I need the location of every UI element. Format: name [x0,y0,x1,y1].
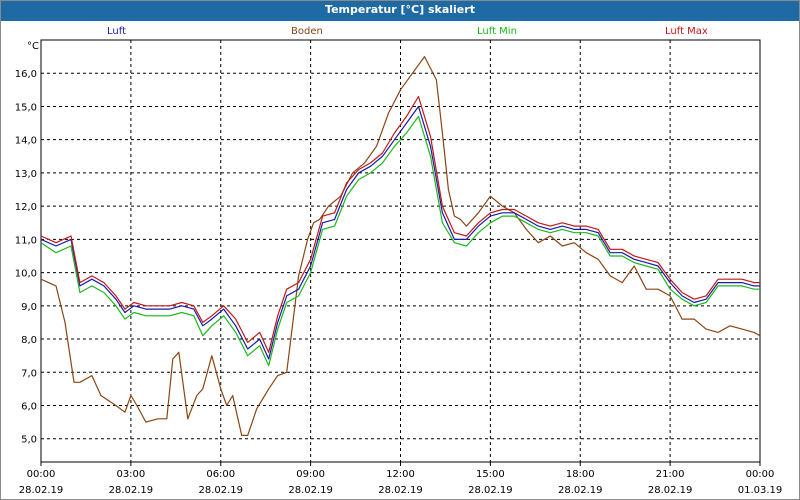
x-tick-date-label: 28.02.19 [378,485,423,496]
x-tick-time-label: 09:00 [296,469,325,480]
chart-title: Temperatur [°C] skaliert [1,1,799,21]
y-tick-label: 10,0 [15,269,37,280]
x-tick-time-label: 18:00 [566,469,595,480]
x-tick-time-label: 03:00 [116,469,145,480]
x-tick-date-label: 28.02.19 [558,485,603,496]
y-tick-label: 13,0 [15,169,37,180]
x-tick-time-label: 12:00 [386,469,415,480]
y-tick-label: 14,0 [15,136,37,147]
chart-window: Temperatur [°C] skaliert Luft Boden Luft… [0,0,800,500]
series-line-luft-max [40,95,760,353]
y-tick-label: 11,0 [15,235,37,246]
y-tick-label: 8,0 [21,335,37,346]
line-chart: °C 5,0 6,0 7,0 8,0 9,0 10,0 11,0 12,0 13,0 14,0 15… [15,39,783,496]
x-tick-date-label: 28.02.19 [648,485,693,496]
y-tick-label: 12,0 [15,202,37,213]
x-tick-date-label: 28.02.19 [288,485,333,496]
y-tick-label: 16,0 [15,69,37,80]
x-tick-time-label: 00:00 [27,469,56,480]
x-tick-date-label: 28.02.19 [198,485,243,496]
y-axis-unit-label: °C [27,41,39,52]
x-tick-date-label: 28.02.19 [468,485,513,496]
y-tick-label: 9,0 [21,302,37,313]
x-tick-date-label: 01.03.19 [738,485,783,496]
y-tick-label: 5,0 [21,435,37,446]
x-tick-time-label: 15:00 [476,469,505,480]
x-tick-time-label: 00:00 [746,469,775,480]
x-tick-time-label: 21:00 [656,469,685,480]
x-tick-date-label: 28.02.19 [19,485,64,496]
y-tick-label: 7,0 [21,368,37,379]
y-tick-label: 15,0 [15,102,37,113]
x-tick-time-label: 06:00 [206,469,235,480]
y-tick-label: 6,0 [21,402,37,413]
x-tick-date-label: 28.02.19 [109,485,154,496]
